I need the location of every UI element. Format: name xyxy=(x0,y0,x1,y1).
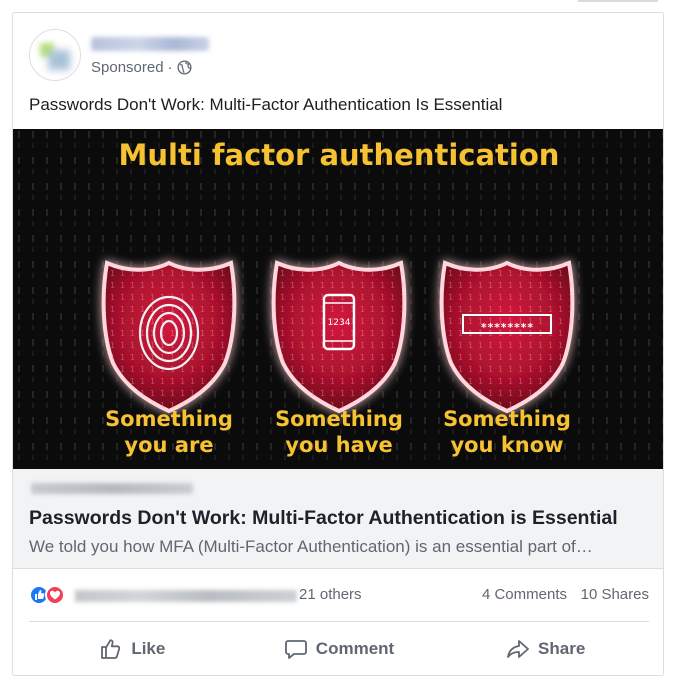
caption-1-line-1: Something xyxy=(105,407,233,431)
like-button[interactable]: Like xyxy=(29,631,236,667)
ad-image[interactable]: 1 Multi factor authentication xyxy=(13,129,663,469)
meta-separator: · xyxy=(167,59,173,76)
password-mask: ******** xyxy=(481,321,534,334)
sponsored-post-card: Sponsored · Passwords Don't Work: Multi-… xyxy=(12,12,664,676)
link-title[interactable]: Passwords Don't Work: Multi-Factor Authe… xyxy=(29,507,618,530)
share-button[interactable]: Share xyxy=(442,631,649,667)
link-domain-redacted xyxy=(31,483,193,494)
reactions-others-count[interactable]: 21 others xyxy=(299,586,362,603)
reactor-names-redacted[interactable] xyxy=(75,590,297,602)
thumbs-up-icon xyxy=(101,639,121,659)
link-description: We told you how MFA (Multi-Factor Authen… xyxy=(29,537,593,556)
globe-icon xyxy=(177,60,192,75)
link-preview[interactable]: Passwords Don't Work: Multi-Factor Authe… xyxy=(13,469,663,569)
sponsored-label[interactable]: Sponsored xyxy=(91,59,164,76)
post-message: Passwords Don't Work: Multi-Factor Authe… xyxy=(29,95,503,114)
caption-3-line-2: you know xyxy=(450,433,563,457)
post-actions: Like Comment Share xyxy=(29,631,649,667)
like-label: Like xyxy=(131,639,166,658)
caption-2-line-1: Something xyxy=(275,407,403,431)
post-meta: Sponsored · xyxy=(91,59,192,76)
comments-count[interactable]: 4 Comments xyxy=(482,586,567,603)
share-icon xyxy=(507,640,529,658)
post-header: Sponsored · xyxy=(13,13,663,93)
love-reaction-icon[interactable] xyxy=(45,585,65,605)
caption-2-line-2: you have xyxy=(285,433,392,457)
avatar-logo-blue xyxy=(48,50,70,70)
top-edge-strip xyxy=(578,0,658,2)
comment-button[interactable]: Comment xyxy=(236,631,443,667)
page-avatar[interactable] xyxy=(29,29,81,81)
share-label: Share xyxy=(538,639,586,658)
caption-1-line-2: you are xyxy=(124,433,213,457)
caption-3-line-1: Something xyxy=(443,407,571,431)
comment-icon xyxy=(284,640,307,659)
page-name-redacted[interactable] xyxy=(91,37,209,51)
comment-label: Comment xyxy=(315,639,395,658)
engagement-stats: 21 others 4 Comments 10 Shares xyxy=(29,581,649,609)
image-headline: Multi factor authentication xyxy=(119,138,560,172)
shares-count[interactable]: 10 Shares xyxy=(581,586,649,603)
phone-pin: 1234 xyxy=(328,318,351,328)
mfa-illustration: 1 Multi factor authentication xyxy=(13,129,663,469)
actions-divider xyxy=(29,621,649,622)
